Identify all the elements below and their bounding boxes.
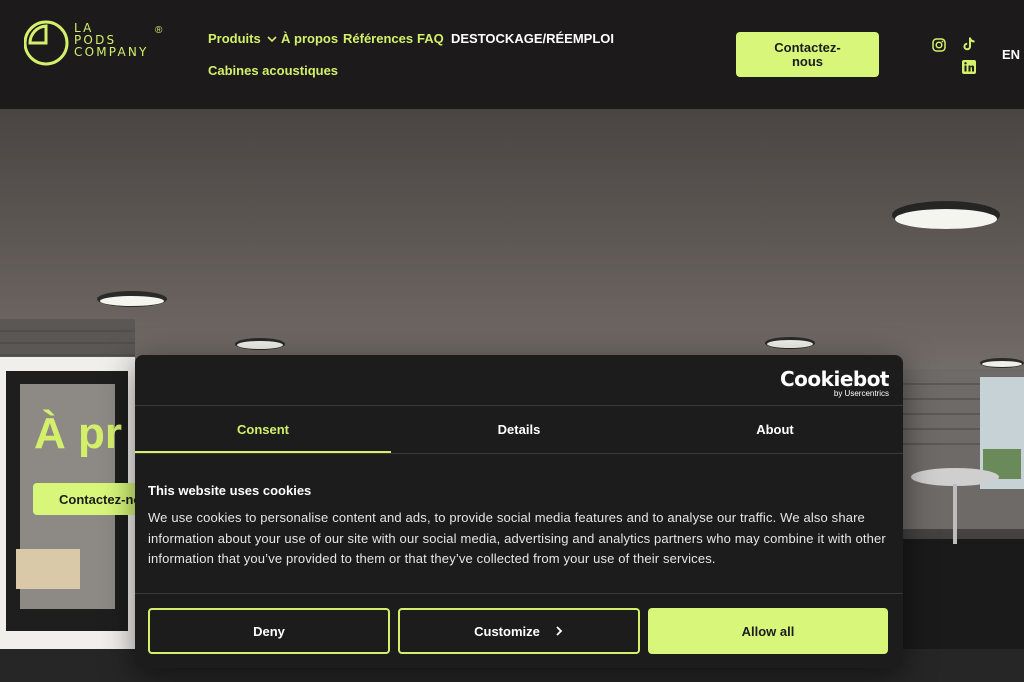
tiktok-icon[interactable]: [961, 36, 977, 52]
tab-consent[interactable]: Consent: [135, 405, 391, 453]
nav-produits-label: Produits: [208, 31, 261, 46]
hero-title: À pr: [34, 409, 122, 458]
contact-button-line-2: nous: [791, 53, 824, 69]
registered-mark: ®: [155, 25, 163, 36]
logo-line-3: COMPANY: [74, 45, 149, 59]
logo-wordmark: LA PODS COMPANY: [74, 22, 149, 58]
logo[interactable]: LA PODS COMPANY ®: [24, 20, 174, 70]
tab-details[interactable]: Details: [391, 405, 647, 453]
customize-button[interactable]: Customize: [398, 608, 640, 654]
contact-button-line-1: Contactez-: [774, 39, 841, 55]
instagram-icon[interactable]: [931, 37, 947, 53]
nav-destockage[interactable]: DESTOCKAGE/RÉEMPLOI: [451, 31, 614, 46]
chevron-right-icon: [556, 626, 563, 636]
cookie-consent-dialog: Cookiebot by Usercentrics Consent Detail…: [135, 355, 903, 668]
nav-faq[interactable]: FAQ: [417, 31, 444, 46]
dialog-body-text: We use cookies to personalise content an…: [148, 510, 886, 566]
deny-button[interactable]: Deny: [148, 608, 390, 654]
tabs-divider: [135, 453, 903, 454]
tab-about[interactable]: About: [647, 405, 903, 453]
nav-apropos[interactable]: À propos: [281, 31, 338, 46]
site-header: LA PODS COMPANY ® Produits À propos Réfé…: [0, 0, 1024, 109]
language-switch[interactable]: EN: [1002, 47, 1020, 62]
cookiebot-logo: Cookiebot by Usercentrics: [780, 367, 890, 399]
allow-all-button[interactable]: Allow all: [648, 608, 888, 654]
linkedin-icon[interactable]: [961, 59, 977, 75]
nav-produits[interactable]: Produits: [208, 31, 277, 46]
cookiebot-logo-text: Cookiebot: [780, 367, 890, 391]
dialog-divider-bottom: [135, 593, 903, 594]
nav-cabines[interactable]: Cabines acoustiques: [208, 63, 338, 78]
nav-references[interactable]: Références: [343, 31, 413, 46]
contact-button[interactable]: Contactez- nous: [736, 32, 879, 77]
dialog-title: This website uses cookies: [148, 483, 312, 498]
active-tab-indicator: [135, 451, 391, 453]
logo-mark-icon: [24, 20, 69, 66]
customize-button-label: Customize: [474, 623, 540, 639]
chevron-down-icon: [267, 36, 277, 43]
hero-contact-button[interactable]: Contactez-no: [33, 483, 143, 515]
